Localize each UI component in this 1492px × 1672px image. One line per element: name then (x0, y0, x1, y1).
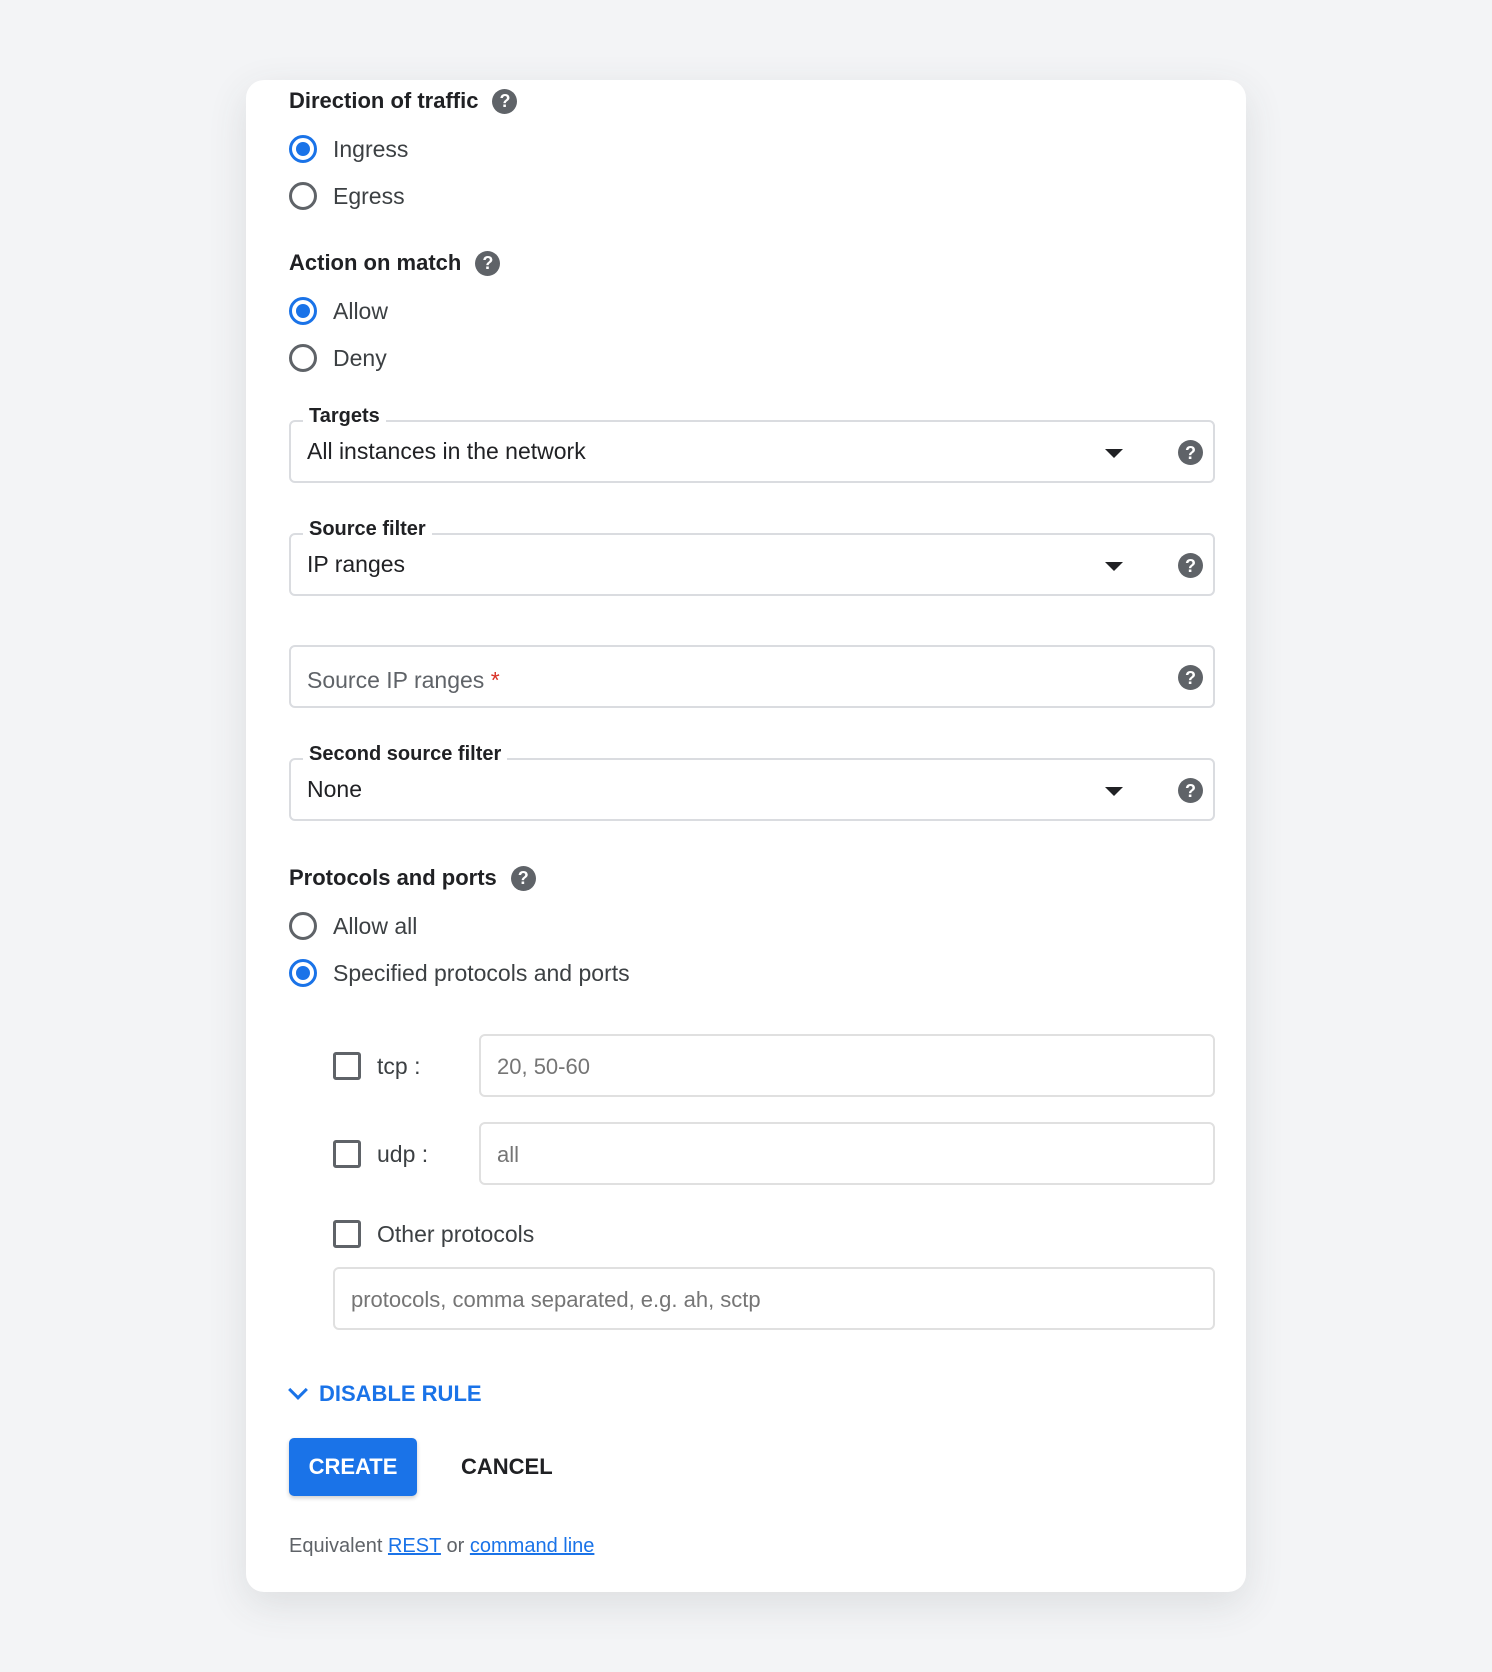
tcp-label: tcp : (377, 1052, 421, 1079)
help-icon[interactable]: ? (1178, 778, 1203, 803)
radio-selected-icon[interactable] (289, 959, 317, 987)
radio-selected-icon[interactable] (289, 135, 317, 163)
radio-label: Allow all (333, 912, 418, 939)
source-filter-value: IP ranges (307, 551, 406, 577)
checkbox-icon[interactable] (333, 1220, 361, 1248)
direction-title: Direction of traffic (289, 88, 479, 113)
tcp-placeholder: 20, 50-60 (497, 1054, 590, 1079)
dropdown-arrow-icon[interactable] (1105, 787, 1123, 796)
tcp-ports-input[interactable]: 20, 50-60 (479, 1034, 1215, 1097)
checkbox-udp[interactable]: udp : (333, 1140, 428, 1168)
source-ip-placeholder: Source IP ranges * (307, 667, 500, 693)
rest-link[interactable]: REST (388, 1535, 441, 1557)
help-icon[interactable]: ? (1178, 440, 1203, 465)
checkbox-tcp[interactable]: tcp : (333, 1052, 420, 1080)
help-icon[interactable]: ? (1178, 665, 1203, 690)
radio-unselected-icon[interactable] (289, 912, 317, 940)
help-icon[interactable]: ? (510, 865, 536, 891)
radio-unselected-icon[interactable] (289, 344, 317, 372)
required-mark: * (490, 667, 500, 693)
second-source-filter-label: Second source filter (303, 743, 508, 766)
action-title: Action on match (289, 250, 462, 275)
dropdown-arrow-icon[interactable] (1105, 449, 1123, 458)
radio-specified-protocols[interactable]: Specified protocols and ports (289, 959, 630, 987)
udp-ports-input[interactable]: all (479, 1122, 1215, 1185)
disable-rule-label: DISABLE RULE (319, 1381, 482, 1406)
help-icon[interactable]: ? (492, 88, 518, 114)
radio-label: Egress (333, 182, 405, 209)
radio-egress[interactable]: Egress (289, 182, 405, 210)
checkbox-icon[interactable] (333, 1052, 361, 1080)
cancel-button[interactable]: CANCEL (461, 1454, 553, 1480)
targets-label: Targets (303, 405, 386, 428)
source-ip-ranges-input[interactable]: Source IP ranges * ? (289, 645, 1215, 708)
udp-placeholder: all (497, 1142, 520, 1167)
action-section-title: Action on match ? (289, 250, 501, 276)
radio-unselected-icon[interactable] (289, 182, 317, 210)
radio-ingress[interactable]: Ingress (289, 135, 408, 163)
radio-allow[interactable]: Allow (289, 297, 388, 325)
disable-rule-toggle[interactable]: DISABLE RULE (287, 1380, 482, 1407)
second-source-filter-select[interactable]: Second source filter None ? (289, 743, 1215, 821)
equivalent-footer: Equivalent REST or command line (289, 1535, 595, 1557)
radio-label: Ingress (333, 135, 409, 162)
checkbox-other-protocols[interactable]: Other protocols (333, 1220, 534, 1248)
direction-section-title: Direction of traffic ? (289, 88, 518, 114)
chevron-down-icon (288, 1380, 308, 1400)
checkbox-icon[interactable] (333, 1140, 361, 1168)
udp-label: udp : (377, 1140, 429, 1167)
command-line-link[interactable]: command line (470, 1535, 595, 1557)
radio-deny[interactable]: Deny (289, 344, 387, 372)
firewall-rule-form: Direction of traffic ? Ingress Egress Ac… (246, 80, 1246, 1592)
radio-selected-icon[interactable] (289, 297, 317, 325)
radio-allow-all[interactable]: Allow all (289, 912, 417, 940)
protocols-title: Protocols and ports (289, 865, 497, 890)
radio-label: Specified protocols and ports (333, 959, 630, 986)
other-protocols-input[interactable]: protocols, comma separated, e.g. ah, sct… (333, 1267, 1215, 1330)
radio-label: Allow (333, 297, 388, 324)
dropdown-arrow-icon[interactable] (1105, 562, 1123, 571)
help-icon[interactable]: ? (1178, 553, 1203, 578)
radio-label: Deny (333, 344, 387, 371)
other-protocols-label: Other protocols (377, 1220, 535, 1247)
source-filter-select[interactable]: Source filter IP ranges ? (289, 518, 1215, 596)
help-icon[interactable]: ? (475, 250, 501, 276)
source-filter-label: Source filter (303, 518, 432, 541)
create-button[interactable]: CREATE (289, 1438, 417, 1496)
targets-select[interactable]: Targets All instances in the network ? (289, 405, 1215, 483)
protocols-section-title: Protocols and ports ? (289, 865, 536, 891)
targets-value: All instances in the network (307, 438, 586, 464)
other-protocols-placeholder: protocols, comma separated, e.g. ah, sct… (351, 1287, 761, 1312)
second-source-filter-value: None (307, 776, 362, 802)
